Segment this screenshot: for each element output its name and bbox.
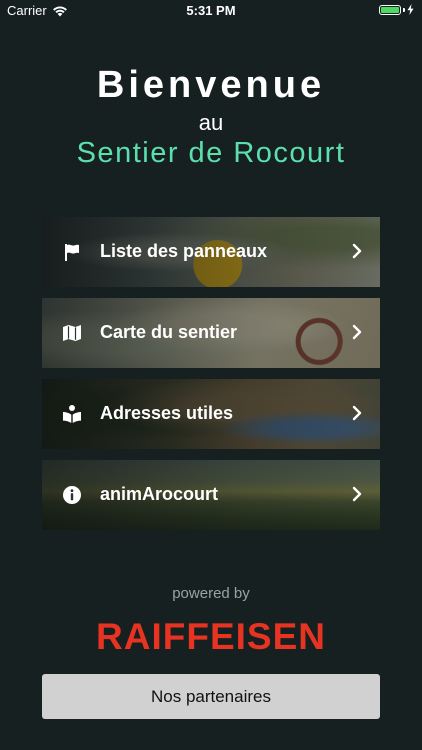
menu-item-label: Adresses utiles bbox=[100, 403, 234, 423]
menu-item-label: Carte du sentier bbox=[100, 322, 238, 342]
menu-item-useful-addresses[interactable]: Adresses utiles bbox=[42, 379, 380, 449]
trail-name: Sentier de Rocourt bbox=[76, 137, 346, 169]
status-bar: Carrier 5:31 PM bbox=[0, 0, 422, 22]
info-icon bbox=[63, 486, 81, 504]
main-menu: Liste des panneaux Carte du sentier Adre… bbox=[42, 217, 380, 541]
powered-by-label: powered by bbox=[172, 585, 250, 602]
menu-item-label: Liste des panneaux bbox=[100, 241, 268, 261]
chevron-right-icon bbox=[352, 405, 362, 421]
battery-level bbox=[381, 6, 399, 13]
menu-item-animarocourt[interactable]: animArocourt bbox=[42, 460, 380, 530]
menu-item-trail-map[interactable]: Carte du sentier bbox=[42, 298, 380, 368]
flag-icon bbox=[65, 244, 79, 261]
chevron-right-icon bbox=[352, 243, 362, 259]
status-time: 5:31 PM bbox=[186, 3, 236, 18]
battery-cap bbox=[403, 7, 405, 12]
partners-button[interactable]: Nos partenaires bbox=[42, 674, 380, 719]
chevron-right-icon bbox=[352, 486, 362, 502]
book-reader-icon bbox=[63, 405, 81, 423]
chevron-right-icon bbox=[352, 324, 362, 340]
map-icon bbox=[63, 325, 81, 341]
welcome-connector: au bbox=[198, 110, 224, 135]
charging-bolt-icon bbox=[407, 4, 414, 15]
menu-item-signs-list[interactable]: Liste des panneaux bbox=[42, 217, 380, 287]
menu-item-label: animArocourt bbox=[100, 484, 219, 504]
sponsor-logo: RAIFFEISEN bbox=[96, 616, 326, 657]
battery-icon bbox=[379, 4, 401, 15]
welcome-title: Bienvenue bbox=[96, 64, 326, 106]
battery-indicator bbox=[379, 4, 414, 15]
